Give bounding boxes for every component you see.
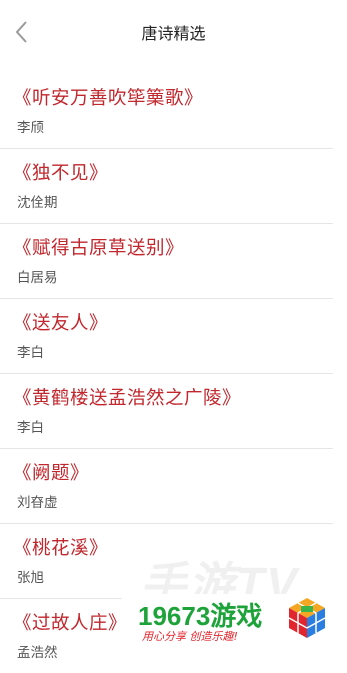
poem-author: 孟浩然 (17, 645, 58, 661)
nav-bar: 唐诗精选 (0, 0, 347, 64)
list-item[interactable]: 《赋得古原草送别》 白居易 (0, 224, 333, 299)
brand-watermark: 19673游戏 用心分享 创造乐趣! (122, 594, 347, 659)
list-item[interactable]: 《送友人》 李白 (0, 299, 333, 374)
list-item[interactable]: 《黄鹤楼送孟浩然之广陵》 李白 (0, 374, 333, 449)
page-title: 唐诗精选 (141, 24, 206, 43)
poem-title: 《阙题》 (13, 463, 90, 484)
list-item[interactable]: 《阙题》 刘昚虚 (0, 449, 333, 524)
poem-title: 《桃花溪》 (13, 538, 109, 559)
poem-title: 《送友人》 (13, 313, 109, 334)
list-item[interactable]: 《听安万善吹筚篥歌》 李颀 (0, 74, 333, 149)
poem-title: 《听安万善吹筚篥歌》 (13, 88, 204, 109)
poem-author: 李白 (17, 420, 44, 436)
list-item[interactable]: 《独不见》 沈佺期 (0, 149, 333, 224)
poem-title: 《赋得古原草送别》 (13, 238, 185, 259)
poem-title: 《独不见》 (13, 163, 109, 184)
poem-author: 沈佺期 (17, 195, 58, 211)
poem-author: 李白 (17, 345, 44, 361)
poem-author: 白居易 (17, 270, 58, 286)
poem-author: 刘昚虚 (17, 495, 58, 511)
brand-slogan: 用心分享 创造乐趣! (142, 630, 238, 643)
cube-logo-icon (288, 598, 326, 638)
poem-author: 李颀 (17, 120, 44, 136)
poem-author: 张旭 (17, 570, 44, 586)
poem-title: 《过故人庄》 (13, 613, 128, 634)
poem-title: 《黄鹤楼送孟浩然之广陵》 (13, 388, 242, 409)
